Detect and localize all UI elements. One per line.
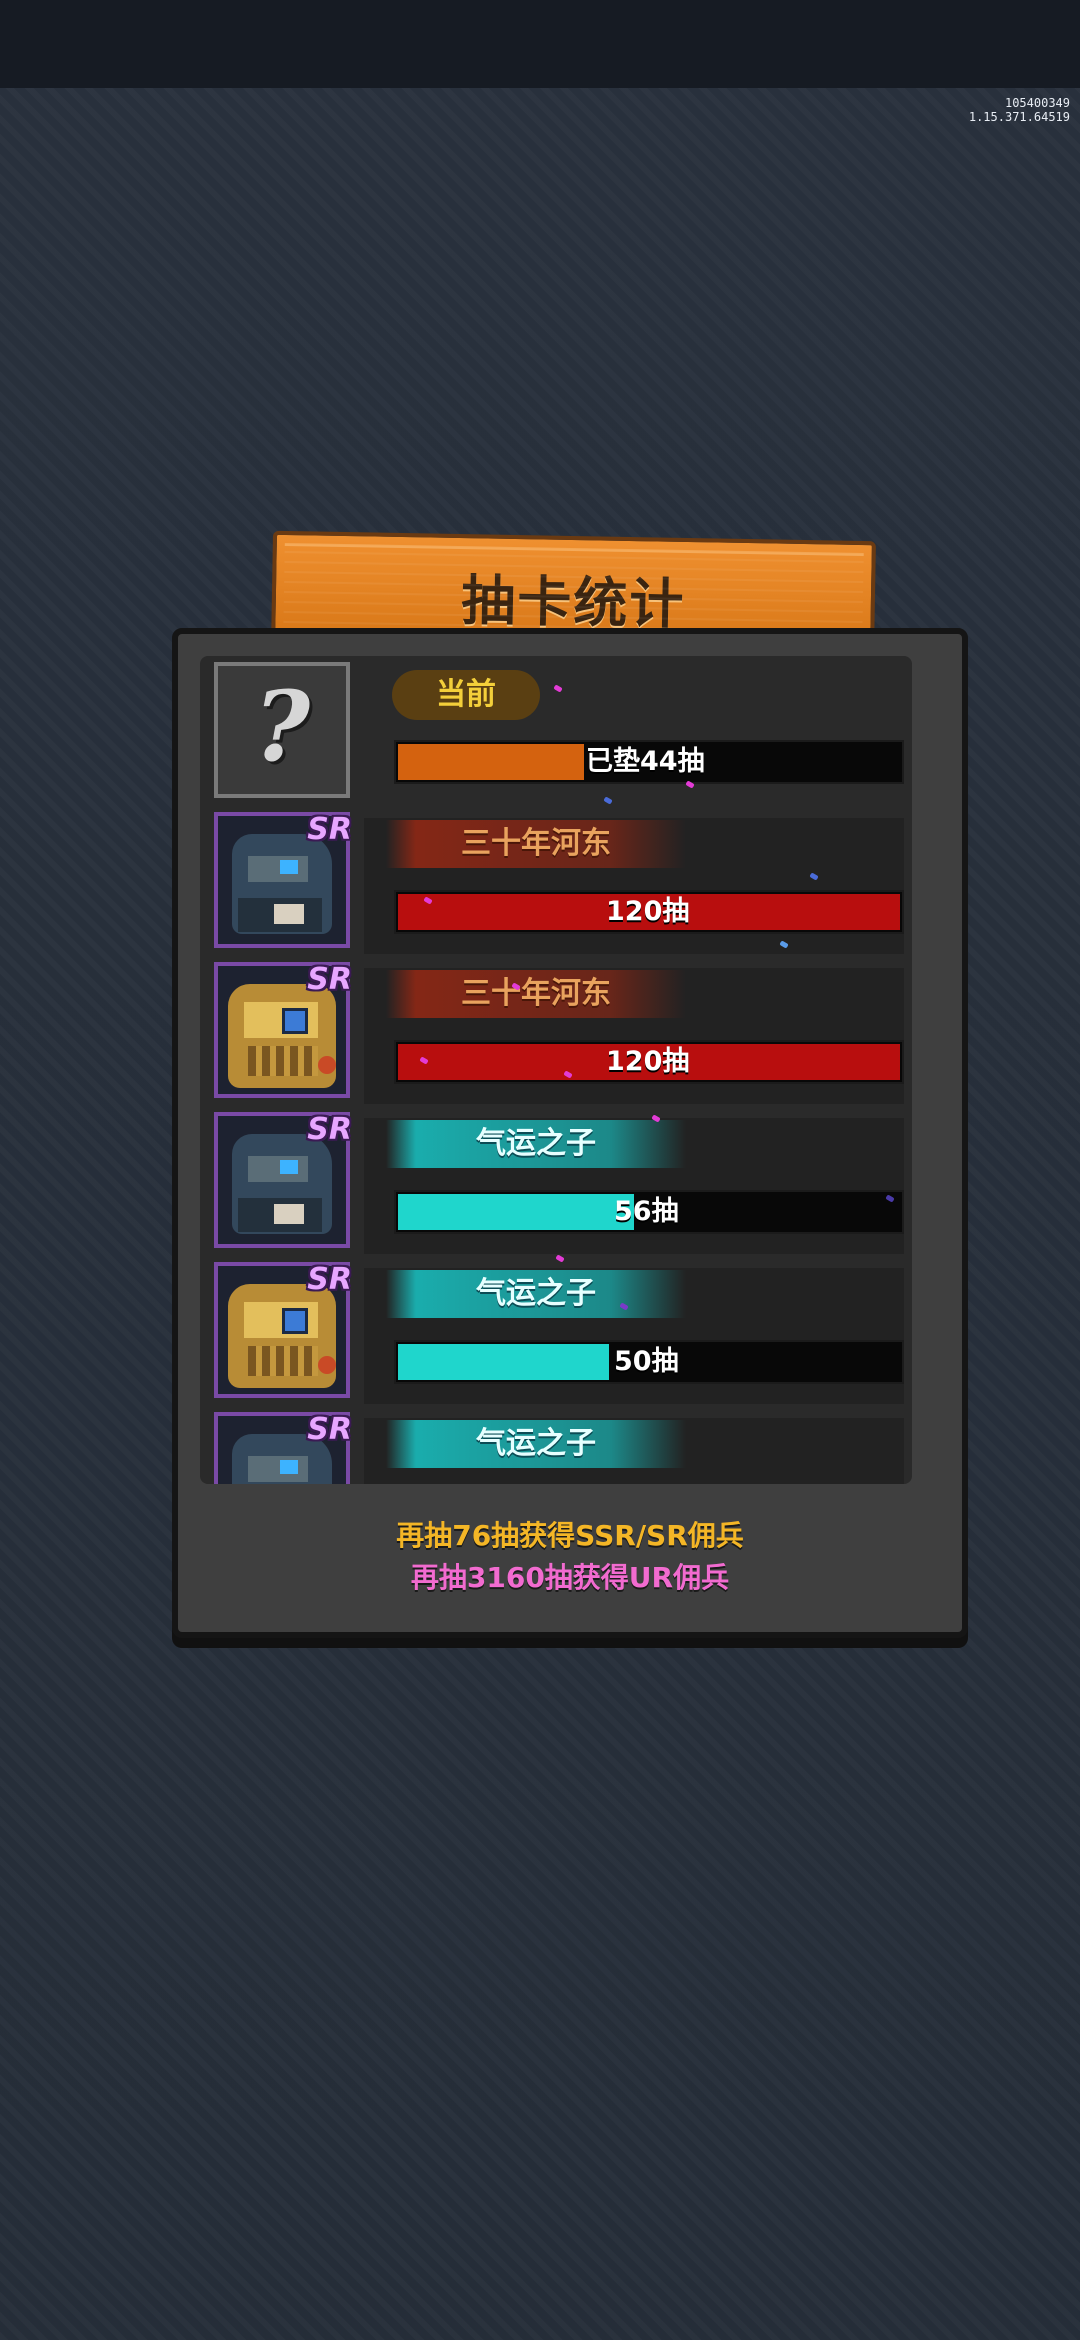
progress-bar: 50抽 xyxy=(394,1340,904,1384)
grill xyxy=(248,1346,318,1376)
current-label: 当前 xyxy=(392,670,540,720)
list-item[interactable]: SR 三十年河东 120抽 xyxy=(214,962,904,1104)
mouth-plate xyxy=(274,904,304,924)
draw-title: 气运之子 xyxy=(386,1120,686,1168)
draw-title: 三十年河东 xyxy=(386,820,686,868)
list-item[interactable]: SR 气运之子 50抽 xyxy=(214,1262,904,1404)
server-version: 1.15.371.64519 xyxy=(968,110,1070,124)
mercenary-portrait[interactable]: SR xyxy=(214,1112,352,1248)
mouth-plate xyxy=(274,1204,304,1224)
visor xyxy=(248,1156,308,1182)
draw-title: 气运之子 xyxy=(386,1270,686,1318)
visor xyxy=(248,1456,308,1482)
visor xyxy=(248,856,308,882)
list-item[interactable]: SR 气运之子 xyxy=(214,1412,904,1484)
question-mark-icon: ? xyxy=(253,670,311,783)
list-item[interactable]: SR 气运之子 56抽 xyxy=(214,1112,904,1254)
sr-badge: SR xyxy=(307,812,352,847)
progress-bar: 120抽 xyxy=(394,890,904,934)
light-dot xyxy=(318,1356,336,1374)
eye xyxy=(282,1308,308,1334)
progress-fill xyxy=(398,1194,634,1230)
sr-badge: SR xyxy=(307,962,352,997)
draw-count: 120抽 xyxy=(606,1046,690,1077)
progress-bar: 已垫44抽 xyxy=(394,740,904,784)
eye xyxy=(282,1008,308,1034)
pity-count: 已垫44抽 xyxy=(586,746,705,777)
grill xyxy=(248,1046,318,1076)
mercenary-portrait[interactable]: SR xyxy=(214,812,352,948)
draw-count: 120抽 xyxy=(606,896,690,927)
ur-pity-hint: 再抽3160抽获得UR佣兵 xyxy=(410,1561,730,1594)
eye xyxy=(280,1460,298,1474)
progress-fill xyxy=(398,744,584,780)
draw-title: 三十年河东 xyxy=(386,970,686,1018)
eye xyxy=(280,860,298,874)
sr-badge: SR xyxy=(307,1262,352,1297)
draw-count: 50抽 xyxy=(614,1346,679,1377)
progress-bar: 120抽 xyxy=(394,1040,904,1084)
progress-fill xyxy=(398,1344,609,1380)
eye xyxy=(280,1160,298,1174)
draw-stats-panel: ? 当前 已垫44抽 SR 三十年河东 120抽 SR 三十年河东 120抽 S… xyxy=(172,628,968,1638)
unknown-portrait: ? xyxy=(214,662,350,798)
mercenary-portrait[interactable]: SR xyxy=(214,1412,352,1484)
mercenary-portrait[interactable]: SR xyxy=(214,962,352,1098)
version-info: 105400349 1.15.371.64519 xyxy=(969,96,1070,124)
build-number: 105400349 xyxy=(1004,96,1070,110)
draw-history-list[interactable]: ? 当前 已垫44抽 SR 三十年河东 120抽 SR 三十年河东 120抽 S… xyxy=(200,656,912,1484)
list-item-current: ? 当前 已垫44抽 xyxy=(214,662,904,802)
ssr-pity-hint: 再抽76抽获得SSR/SR佣兵 xyxy=(396,1519,744,1552)
draw-title: 气运之子 xyxy=(386,1420,686,1468)
sr-badge: SR xyxy=(307,1412,352,1447)
progress-bar: 56抽 xyxy=(394,1190,904,1234)
sr-badge: SR xyxy=(307,1112,352,1147)
top-status-bar xyxy=(0,0,1080,88)
draw-count: 56抽 xyxy=(614,1196,679,1227)
light-dot xyxy=(318,1056,336,1074)
mercenary-portrait[interactable]: SR xyxy=(214,1262,352,1398)
list-item[interactable]: SR 三十年河东 120抽 xyxy=(214,812,904,954)
